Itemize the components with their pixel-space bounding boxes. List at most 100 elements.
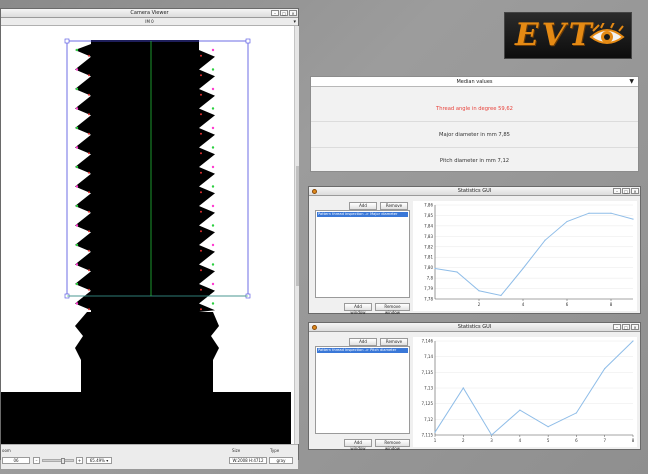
edge-marker bbox=[200, 171, 202, 174]
edge-marker bbox=[75, 87, 79, 91]
y-tick-label: 7,81 bbox=[424, 255, 433, 260]
y-tick-label: 7,80 bbox=[424, 265, 433, 270]
x-tick-label: 4 bbox=[522, 302, 525, 307]
add-button[interactable]: Add bbox=[349, 338, 377, 346]
y-tick-label: 7,86 bbox=[424, 203, 433, 208]
x-tick-label: 8 bbox=[610, 302, 613, 307]
data-point bbox=[610, 212, 612, 214]
add-window-button[interactable]: Add window bbox=[344, 303, 372, 315]
edge-marker bbox=[88, 54, 90, 57]
edge-marker bbox=[211, 68, 215, 71]
close-icon[interactable]: × bbox=[289, 10, 297, 16]
edge-marker bbox=[75, 126, 79, 130]
list-item[interactable]: Pattern thread inspection -> Major diame… bbox=[317, 212, 408, 217]
edge-marker bbox=[200, 269, 202, 272]
statistics-list[interactable]: Pattern thread inspection -> Major diame… bbox=[315, 210, 410, 298]
edge-marker bbox=[211, 204, 215, 208]
y-tick-label: 7,85 bbox=[424, 213, 433, 218]
median-values-panel: Median values ▼ Thread angle in degree 5… bbox=[310, 76, 639, 172]
edge-marker bbox=[75, 243, 79, 247]
app-icon bbox=[312, 325, 317, 330]
statistics-titlebar[interactable]: Statistics GUI – □ × bbox=[309, 323, 640, 332]
y-tick-label: 7,115 bbox=[422, 433, 434, 438]
camera-image-area[interactable] bbox=[1, 26, 294, 444]
chevron-down-icon[interactable]: ▼ bbox=[629, 78, 634, 86]
bolt-body bbox=[1, 312, 291, 444]
restore-icon[interactable]: □ bbox=[622, 324, 630, 330]
restore-icon[interactable]: □ bbox=[622, 188, 630, 194]
scrollbar-thumb[interactable] bbox=[296, 166, 299, 286]
zoom-in-button[interactable]: + bbox=[76, 457, 83, 464]
edge-marker bbox=[88, 191, 90, 194]
window-controls: – □ × bbox=[271, 10, 297, 16]
chevron-down-icon[interactable]: ▾ bbox=[293, 18, 296, 26]
zoom-out-button[interactable]: – bbox=[33, 457, 40, 464]
data-point bbox=[490, 434, 493, 436]
chart-background bbox=[413, 201, 637, 311]
edge-marker bbox=[75, 146, 79, 149]
edge-marker bbox=[88, 249, 90, 252]
image-selector-bar[interactable]: IM 0 ▾ bbox=[1, 18, 298, 26]
evt-logo-text: EVT bbox=[515, 17, 595, 53]
window-controls: – □ × bbox=[613, 188, 639, 194]
edge-marker bbox=[75, 204, 79, 208]
x-tick-label: 5 bbox=[547, 438, 550, 443]
y-tick-label: 7,79 bbox=[424, 286, 433, 291]
camera-viewer-titlebar[interactable]: Camera Viewer – □ × bbox=[1, 9, 298, 18]
data-point bbox=[519, 409, 521, 411]
close-icon[interactable]: × bbox=[631, 324, 639, 330]
zoom-slider-handle[interactable] bbox=[61, 458, 65, 464]
edge-marker bbox=[75, 302, 79, 305]
vertical-scrollbar[interactable] bbox=[294, 26, 299, 444]
statistics-titlebar[interactable]: Statistics GUI – □ × bbox=[309, 187, 640, 196]
zoom-slider[interactable] bbox=[42, 458, 74, 464]
list-item[interactable]: Pattern thread inspection -> Pitch diame… bbox=[317, 348, 408, 353]
edge-marker bbox=[211, 224, 215, 227]
median-values-title: Median values bbox=[456, 79, 493, 85]
minimize-icon[interactable]: – bbox=[613, 188, 621, 194]
remove-button[interactable]: Remove bbox=[380, 202, 408, 210]
remove-window-button[interactable]: Remove window bbox=[375, 303, 410, 315]
edge-marker bbox=[211, 282, 215, 286]
evt-logo: EVT bbox=[504, 12, 632, 59]
chevron-down-icon: ▾ bbox=[106, 458, 109, 463]
statistics-list[interactable]: Pattern thread inspection -> Pitch diame… bbox=[315, 346, 410, 434]
type-label: Type bbox=[270, 448, 280, 453]
edge-marker bbox=[211, 165, 215, 169]
close-icon[interactable]: × bbox=[631, 188, 639, 194]
remove-button[interactable]: Remove bbox=[380, 338, 408, 346]
zoom-value-field[interactable]: 06 bbox=[2, 457, 30, 464]
data-point bbox=[500, 294, 502, 297]
edge-marker bbox=[75, 165, 79, 169]
x-tick-label: 6 bbox=[566, 302, 569, 307]
minimize-icon[interactable]: – bbox=[613, 324, 621, 330]
edge-marker bbox=[211, 126, 215, 130]
edge-marker bbox=[200, 93, 202, 96]
zoom-percent-select[interactable]: 65.49% ▾ bbox=[86, 457, 112, 464]
major-diameter-chart: 7,86 7,85 7,84 7,83 7,82 7,81 7,80 7,8 7,79 7,78 2… bbox=[413, 201, 637, 311]
edge-marker bbox=[88, 152, 90, 155]
thread-angle-value: Thread angle in degree 59,62 bbox=[311, 96, 638, 122]
add-window-button[interactable]: Add window bbox=[344, 439, 372, 451]
minimize-icon[interactable]: – bbox=[271, 10, 279, 16]
data-point bbox=[632, 340, 634, 342]
data-point bbox=[588, 212, 590, 214]
edge-marker bbox=[75, 185, 79, 188]
eye-icon bbox=[589, 23, 625, 44]
statistics-window-major-diameter: Statistics GUI – □ × Add Remove Pattern … bbox=[308, 186, 641, 315]
remove-window-button[interactable]: Remove window bbox=[375, 439, 410, 451]
median-values-dropdown[interactable]: Median values ▼ bbox=[311, 77, 638, 87]
edge-marker bbox=[211, 302, 215, 305]
edge-marker bbox=[75, 282, 79, 286]
data-point bbox=[434, 267, 436, 270]
edge-marker bbox=[211, 263, 215, 266]
add-button[interactable]: Add bbox=[349, 202, 377, 210]
data-point bbox=[544, 239, 546, 241]
edge-marker bbox=[75, 263, 79, 266]
restore-icon[interactable]: □ bbox=[280, 10, 288, 16]
y-tick-label: 7,78 bbox=[424, 297, 433, 302]
edge-marker bbox=[200, 249, 202, 252]
data-point bbox=[522, 267, 524, 270]
data-point bbox=[604, 368, 606, 370]
edge-marker bbox=[200, 113, 202, 116]
